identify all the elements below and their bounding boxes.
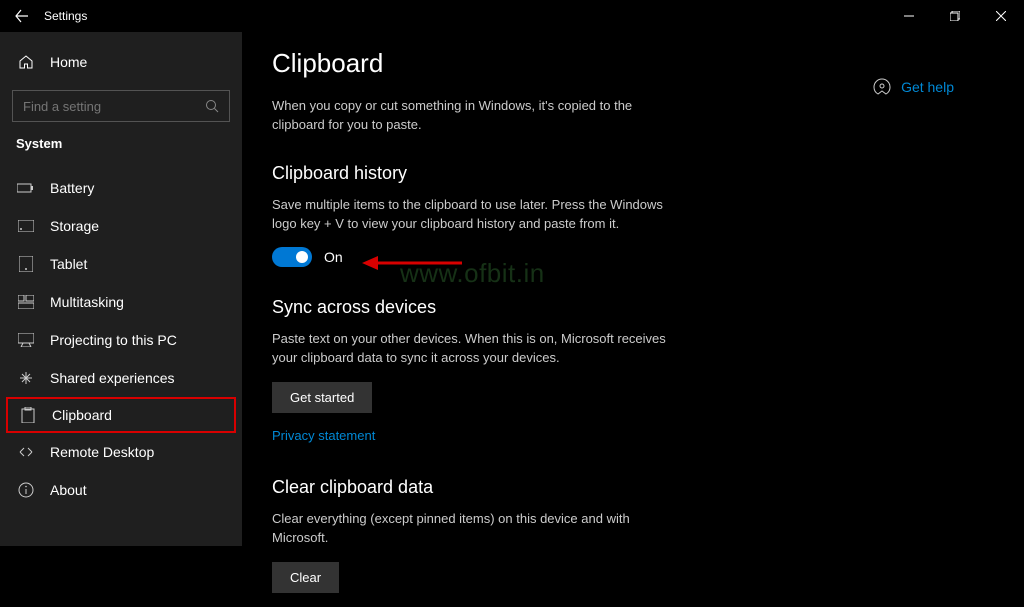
intro-text: When you copy or cut something in Window… — [272, 97, 672, 135]
sidebar: Home System Battery Storage — [0, 32, 242, 546]
remote-icon — [16, 444, 36, 460]
sidebar-item-label: Multitasking — [50, 294, 124, 310]
search-icon — [205, 99, 219, 113]
sidebar-item-label: Projecting to this PC — [50, 332, 177, 348]
history-toggle-row: On — [272, 247, 984, 267]
back-button[interactable] — [14, 8, 30, 24]
sync-desc: Paste text on your other devices. When t… — [272, 330, 682, 368]
get-started-button[interactable]: Get started — [272, 382, 372, 413]
sidebar-item-label: About — [50, 482, 87, 498]
sidebar-item-tablet[interactable]: Tablet — [0, 245, 242, 283]
close-button[interactable] — [978, 0, 1024, 32]
history-desc: Save multiple items to the clipboard to … — [272, 196, 682, 234]
sidebar-item-label: Remote Desktop — [50, 444, 154, 460]
minimize-icon — [904, 11, 914, 21]
maximize-icon — [950, 11, 960, 21]
maximize-button[interactable] — [932, 0, 978, 32]
sidebar-item-label: Tablet — [50, 256, 87, 272]
clear-desc: Clear everything (except pinned items) o… — [272, 510, 682, 548]
get-help-link[interactable]: Get help — [901, 79, 954, 95]
sidebar-item-label: Shared experiences — [50, 370, 175, 386]
clear-heading: Clear clipboard data — [272, 477, 984, 498]
annotation-arrow — [362, 255, 462, 271]
titlebar: Settings — [0, 0, 1024, 32]
clear-button[interactable]: Clear — [272, 562, 339, 593]
tablet-icon — [16, 256, 36, 272]
content-area: Clipboard When you copy or cut something… — [242, 32, 1024, 546]
home-icon — [16, 54, 36, 70]
window-controls — [886, 0, 1024, 32]
sidebar-item-remote[interactable]: Remote Desktop — [0, 433, 242, 471]
window-title: Settings — [44, 9, 87, 23]
sidebar-section-label: System — [0, 136, 242, 151]
sidebar-item-projecting[interactable]: Projecting to this PC — [0, 321, 242, 359]
sync-heading: Sync across devices — [272, 297, 984, 318]
multitasking-icon — [16, 295, 36, 309]
nav-list: Battery Storage Tablet Multitasking — [0, 169, 242, 509]
shared-icon — [16, 370, 36, 386]
close-icon — [996, 11, 1006, 21]
page-title: Clipboard — [272, 48, 984, 79]
sidebar-item-label: Clipboard — [52, 407, 112, 423]
toggle-state-label: On — [324, 249, 343, 265]
storage-icon — [16, 220, 36, 232]
sidebar-item-storage[interactable]: Storage — [0, 207, 242, 245]
sidebar-item-clipboard[interactable]: Clipboard — [6, 397, 236, 433]
arrow-left-icon — [15, 9, 29, 23]
help-panel: Get help — [873, 78, 954, 96]
projecting-icon — [16, 333, 36, 347]
sidebar-item-about[interactable]: About — [0, 471, 242, 509]
history-heading: Clipboard history — [272, 163, 984, 184]
sidebar-item-label: Battery — [50, 180, 94, 196]
history-toggle[interactable] — [272, 247, 312, 267]
about-icon — [16, 482, 36, 498]
search-input[interactable] — [23, 99, 205, 114]
battery-icon — [16, 182, 36, 194]
sidebar-item-multitasking[interactable]: Multitasking — [0, 283, 242, 321]
minimize-button[interactable] — [886, 0, 932, 32]
sidebar-item-shared[interactable]: Shared experiences — [0, 359, 242, 397]
sidebar-item-battery[interactable]: Battery — [0, 169, 242, 207]
home-nav[interactable]: Home — [0, 46, 242, 78]
clipboard-icon — [18, 407, 38, 423]
search-box[interactable] — [12, 90, 230, 122]
home-label: Home — [50, 54, 87, 70]
help-icon — [873, 78, 891, 96]
privacy-link[interactable]: Privacy statement — [272, 428, 375, 443]
toggle-knob — [296, 251, 308, 263]
sidebar-item-label: Storage — [50, 218, 99, 234]
